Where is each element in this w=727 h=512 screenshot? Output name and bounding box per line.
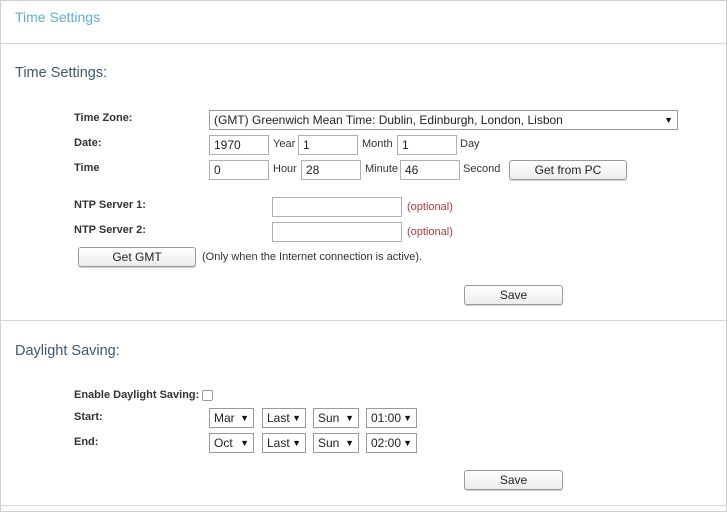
get-gmt-note: (Only when the Internet connection is ac… (202, 251, 423, 263)
dst-start-week-select[interactable]: Last ▼ (262, 408, 306, 428)
get-gmt-button[interactable]: Get GMT (78, 247, 196, 267)
dst-start-time-value: 01:00 (371, 411, 402, 425)
divider (1, 320, 726, 321)
dst-start-label: Start: (74, 411, 103, 423)
time-save-button[interactable]: Save (464, 285, 563, 305)
ntp-server-1-optional: (optional) (407, 201, 453, 213)
dropdown-arrow-icon: ▼ (345, 413, 354, 423)
dst-end-day-value: Sun (318, 436, 340, 450)
second-input[interactable]: 46 (400, 160, 460, 180)
dst-end-day-select[interactable]: Sun ▼ (313, 433, 359, 453)
minute-unit: Minute (365, 163, 399, 175)
hour-unit: Hour (273, 163, 297, 175)
dst-start-day-value: Sun (318, 411, 340, 425)
ntp-server-1-label: NTP Server 1: (74, 199, 146, 211)
dst-start-month-value: Mar (214, 411, 235, 425)
dst-end-month-select[interactable]: Oct ▼ (209, 433, 254, 453)
dropdown-arrow-icon: ▼ (292, 438, 301, 448)
day-unit: Day (460, 138, 480, 150)
dst-start-month-select[interactable]: Mar ▼ (209, 408, 254, 428)
enable-daylight-saving-checkbox[interactable] (202, 390, 213, 401)
ntp-server-2-input[interactable] (272, 222, 402, 242)
dst-start-time-select[interactable]: 01:00 ▼ (366, 408, 417, 428)
year-unit: Year (273, 138, 296, 150)
get-from-pc-button[interactable]: Get from PC (509, 160, 627, 180)
second-unit: Second (463, 163, 501, 175)
minute-input[interactable]: 28 (301, 160, 361, 180)
time-zone-value: (GMT) Greenwich Mean Time: Dublin, Edinb… (214, 113, 563, 127)
ntp-server-1-input[interactable] (272, 197, 402, 217)
date-label: Date: (74, 137, 102, 149)
dropdown-arrow-icon: ▼ (403, 413, 412, 423)
year-input[interactable]: 1970 (209, 135, 269, 155)
month-input[interactable]: 1 (298, 135, 358, 155)
dropdown-arrow-icon: ▼ (403, 438, 412, 448)
day-input[interactable]: 1 (397, 135, 457, 155)
time-label: Time (74, 162, 100, 174)
dst-start-week-value: Last (267, 411, 290, 425)
time-zone-select[interactable]: (GMT) Greenwich Mean Time: Dublin, Edinb… (209, 110, 678, 130)
dst-end-label: End: (74, 436, 99, 448)
dst-start-day-select[interactable]: Sun ▼ (313, 408, 359, 428)
ntp-server-2-label: NTP Server 2: (74, 224, 146, 236)
time-zone-label: Time Zone: (74, 112, 133, 124)
dst-end-week-select[interactable]: Last ▼ (262, 433, 306, 453)
divider (1, 43, 726, 44)
divider (1, 505, 726, 506)
dst-end-time-value: 02:00 (371, 436, 402, 450)
month-unit: Month (362, 138, 393, 150)
dropdown-arrow-icon: ▼ (292, 413, 301, 423)
page-title: Time Settings (15, 9, 101, 25)
dst-end-month-value: Oct (214, 436, 233, 450)
dropdown-arrow-icon: ▼ (240, 438, 249, 448)
dropdown-arrow-icon: ▼ (345, 438, 354, 448)
daylight-saving-title: Daylight Saving: (15, 343, 120, 359)
time-settings-title: Time Settings: (15, 65, 108, 81)
dst-end-week-value: Last (267, 436, 290, 450)
enable-daylight-saving-label: Enable Daylight Saving: (74, 389, 200, 401)
dropdown-arrow-icon: ▼ (664, 115, 673, 125)
dst-end-time-select[interactable]: 02:00 ▼ (366, 433, 417, 453)
dst-save-button[interactable]: Save (464, 470, 563, 490)
ntp-server-2-optional: (optional) (407, 226, 453, 238)
dropdown-arrow-icon: ▼ (240, 413, 249, 423)
hour-input[interactable]: 0 (209, 160, 269, 180)
